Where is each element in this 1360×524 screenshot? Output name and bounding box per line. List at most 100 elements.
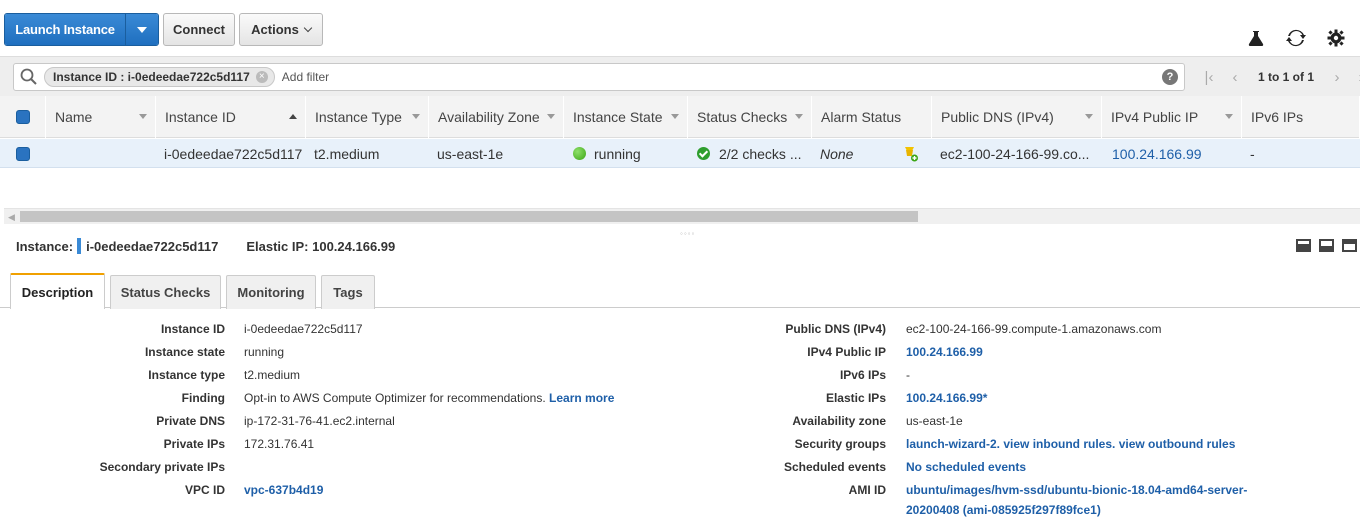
col-ipv4-public-ip[interactable]: IPv4 Public IP xyxy=(1102,96,1242,138)
chevron-down-icon xyxy=(303,23,313,32)
first-page-icon[interactable]: |‹ xyxy=(1196,69,1222,86)
detail-label: Elastic IPs xyxy=(825,391,886,405)
tab-monitoring[interactable]: Monitoring xyxy=(226,275,316,309)
cell-public-dns: ec2-100-24-166-99.co... xyxy=(940,145,1090,162)
detail-instance-id: i-0edeedae722c5d117 xyxy=(86,238,219,254)
layout-bottom-icon[interactable] xyxy=(1296,239,1311,252)
sort-icon xyxy=(412,114,420,119)
resize-handle[interactable]: ◦◦◦◦ xyxy=(680,229,695,238)
cell-instance-id: i-0edeedae722c5d117 xyxy=(164,145,303,162)
cell-public-ip[interactable]: 100.24.166.99 xyxy=(1112,139,1238,168)
public-ip-link[interactable]: 100.24.166.99 xyxy=(906,345,983,359)
scheduled-events-link[interactable]: No scheduled events xyxy=(906,460,1026,474)
launch-instance-label[interactable]: Launch Instance xyxy=(5,14,125,45)
close-icon[interactable]: × xyxy=(255,71,268,83)
launch-instance-button[interactable]: Launch Instance xyxy=(4,13,159,46)
prev-page-icon[interactable]: ‹ xyxy=(1222,69,1248,86)
col-public-dns[interactable]: Public DNS (IPv4) xyxy=(932,96,1102,138)
sort-icon xyxy=(139,114,147,119)
detail-value: i-0edeedae722c5d117 xyxy=(244,322,363,336)
page-range: 1 to 1 of 1 xyxy=(1257,70,1314,84)
detail-value: ec2-100-24-166-99.compute-1.amazonaws.co… xyxy=(906,322,1162,336)
instance-color-marker xyxy=(77,238,82,254)
flask-icon[interactable] xyxy=(1246,28,1266,48)
detail-label: Instance type xyxy=(148,368,225,382)
alarm-status-text: None xyxy=(820,145,854,162)
detail-value: us-east-1e xyxy=(906,414,963,428)
col-alarm-status-label: Alarm Status xyxy=(821,109,902,125)
col-name-label: Name xyxy=(55,109,93,125)
col-availability-zone-label: Availability Zone xyxy=(438,109,540,125)
running-status-icon xyxy=(573,147,586,160)
connect-button[interactable]: Connect xyxy=(163,13,235,46)
col-status-checks-label: Status Checks xyxy=(697,109,788,125)
detail-label: Availability zone xyxy=(792,414,886,428)
detail-value: Opt-in to AWS Compute Optimizer for reco… xyxy=(244,391,614,405)
detail-label: Security groups xyxy=(794,437,886,451)
detail-value: ip-172-31-76-41.ec2.internal xyxy=(244,414,395,428)
add-filter-placeholder[interactable]: Add filter xyxy=(282,70,329,84)
scrollbar-thumb[interactable] xyxy=(20,211,918,222)
tab-description[interactable]: Description xyxy=(10,273,105,309)
layout-full-icon[interactable] xyxy=(1342,239,1357,252)
col-instance-id[interactable]: Instance ID xyxy=(156,96,306,138)
cell-ipv6: - xyxy=(1250,145,1255,162)
filter-chip[interactable]: Instance ID : i-0edeedae722c5d117 × xyxy=(44,67,275,87)
detail-label: Scheduled events xyxy=(783,460,886,474)
search-input[interactable]: Instance ID : i-0edeedae722c5d117 × Add … xyxy=(13,63,1185,91)
detail-value: - xyxy=(906,368,910,382)
vpc-id-link[interactable]: vpc-637b4d19 xyxy=(244,483,323,497)
col-instance-type[interactable]: Instance Type xyxy=(306,96,429,138)
scroll-left-icon[interactable]: ◀ xyxy=(8,212,15,223)
col-instance-state-label: Instance State xyxy=(573,109,663,125)
col-ipv6-ips[interactable]: IPv6 IPs xyxy=(1242,96,1360,138)
ami-id-link[interactable]: ubuntu/images/hvm-ssd/ubuntu-bionic-18.0… xyxy=(906,483,1247,497)
col-alarm-status[interactable]: Alarm Status xyxy=(812,96,932,138)
refresh-icon[interactable] xyxy=(1286,28,1306,48)
cell-name[interactable] xyxy=(55,139,155,168)
instance-label: Instance: xyxy=(16,238,74,254)
next-page-icon[interactable]: › xyxy=(1324,69,1350,86)
learn-more-link[interactable]: Learn more xyxy=(549,391,614,405)
table-row[interactable]: i-0edeedae722c5d117 t2.medium us-east-1e… xyxy=(0,139,1360,168)
select-all-checkbox[interactable] xyxy=(0,96,46,138)
table-header: Name Instance ID Instance Type Availabil… xyxy=(0,96,1360,138)
col-availability-zone[interactable]: Availability Zone xyxy=(429,96,564,138)
gear-icon[interactable] xyxy=(1326,28,1346,48)
col-instance-state[interactable]: Instance State xyxy=(564,96,688,138)
cell-status-checks: 2/2 checks ... xyxy=(697,139,809,168)
col-instance-id-label: Instance ID xyxy=(165,109,236,125)
layout-switcher xyxy=(1296,239,1357,252)
actions-button[interactable]: Actions xyxy=(239,13,323,46)
tab-status-checks[interactable]: Status Checks xyxy=(110,275,221,309)
detail-label: Secondary private IPs xyxy=(99,460,225,474)
detail-label: Finding xyxy=(181,391,225,405)
detail-label: AMI ID xyxy=(848,483,886,497)
sort-icon xyxy=(671,114,679,119)
ami-id-link-line2[interactable]: 20200408 (ami-085925f297f89fce1) xyxy=(906,503,1101,517)
check-circle-icon xyxy=(697,147,710,160)
sort-icon xyxy=(1085,114,1093,119)
detail-label: IPv4 Public IP xyxy=(807,345,886,359)
elastic-ip-label: Elastic IP: 100.24.166.99 xyxy=(246,238,396,254)
sort-icon xyxy=(547,114,555,119)
row-checkbox[interactable] xyxy=(0,139,46,168)
tab-tags[interactable]: Tags xyxy=(321,275,375,309)
security-groups-link[interactable]: launch-wizard-2. view inbound rules. vie… xyxy=(906,437,1235,451)
col-status-checks[interactable]: Status Checks xyxy=(688,96,812,138)
detail-header: Instance: i-0edeedae722c5d117 Elastic IP… xyxy=(16,237,395,255)
layout-split-icon[interactable] xyxy=(1319,239,1334,252)
last-page-icon[interactable]: ›| xyxy=(1350,69,1360,86)
create-alarm-icon[interactable] xyxy=(902,139,922,168)
pagination: |‹ ‹ 1 to 1 of 1 › ›| xyxy=(1196,67,1360,87)
elastic-ip-link[interactable]: 100.24.166.99* xyxy=(906,391,987,405)
launch-dropdown-button[interactable] xyxy=(125,14,158,45)
detail-label: IPv6 IPs xyxy=(839,368,886,382)
col-name[interactable]: Name xyxy=(46,96,156,138)
filter-chip-label: Instance ID : i-0edeedae722c5d117 xyxy=(53,70,250,84)
detail-value: 172.31.76.41 xyxy=(244,437,315,451)
col-public-dns-label: Public DNS (IPv4) xyxy=(941,109,1054,125)
horizontal-scrollbar[interactable]: ◀ xyxy=(4,208,1360,224)
help-icon[interactable]: ? xyxy=(1162,69,1178,85)
detail-value: t2.medium xyxy=(244,368,301,382)
